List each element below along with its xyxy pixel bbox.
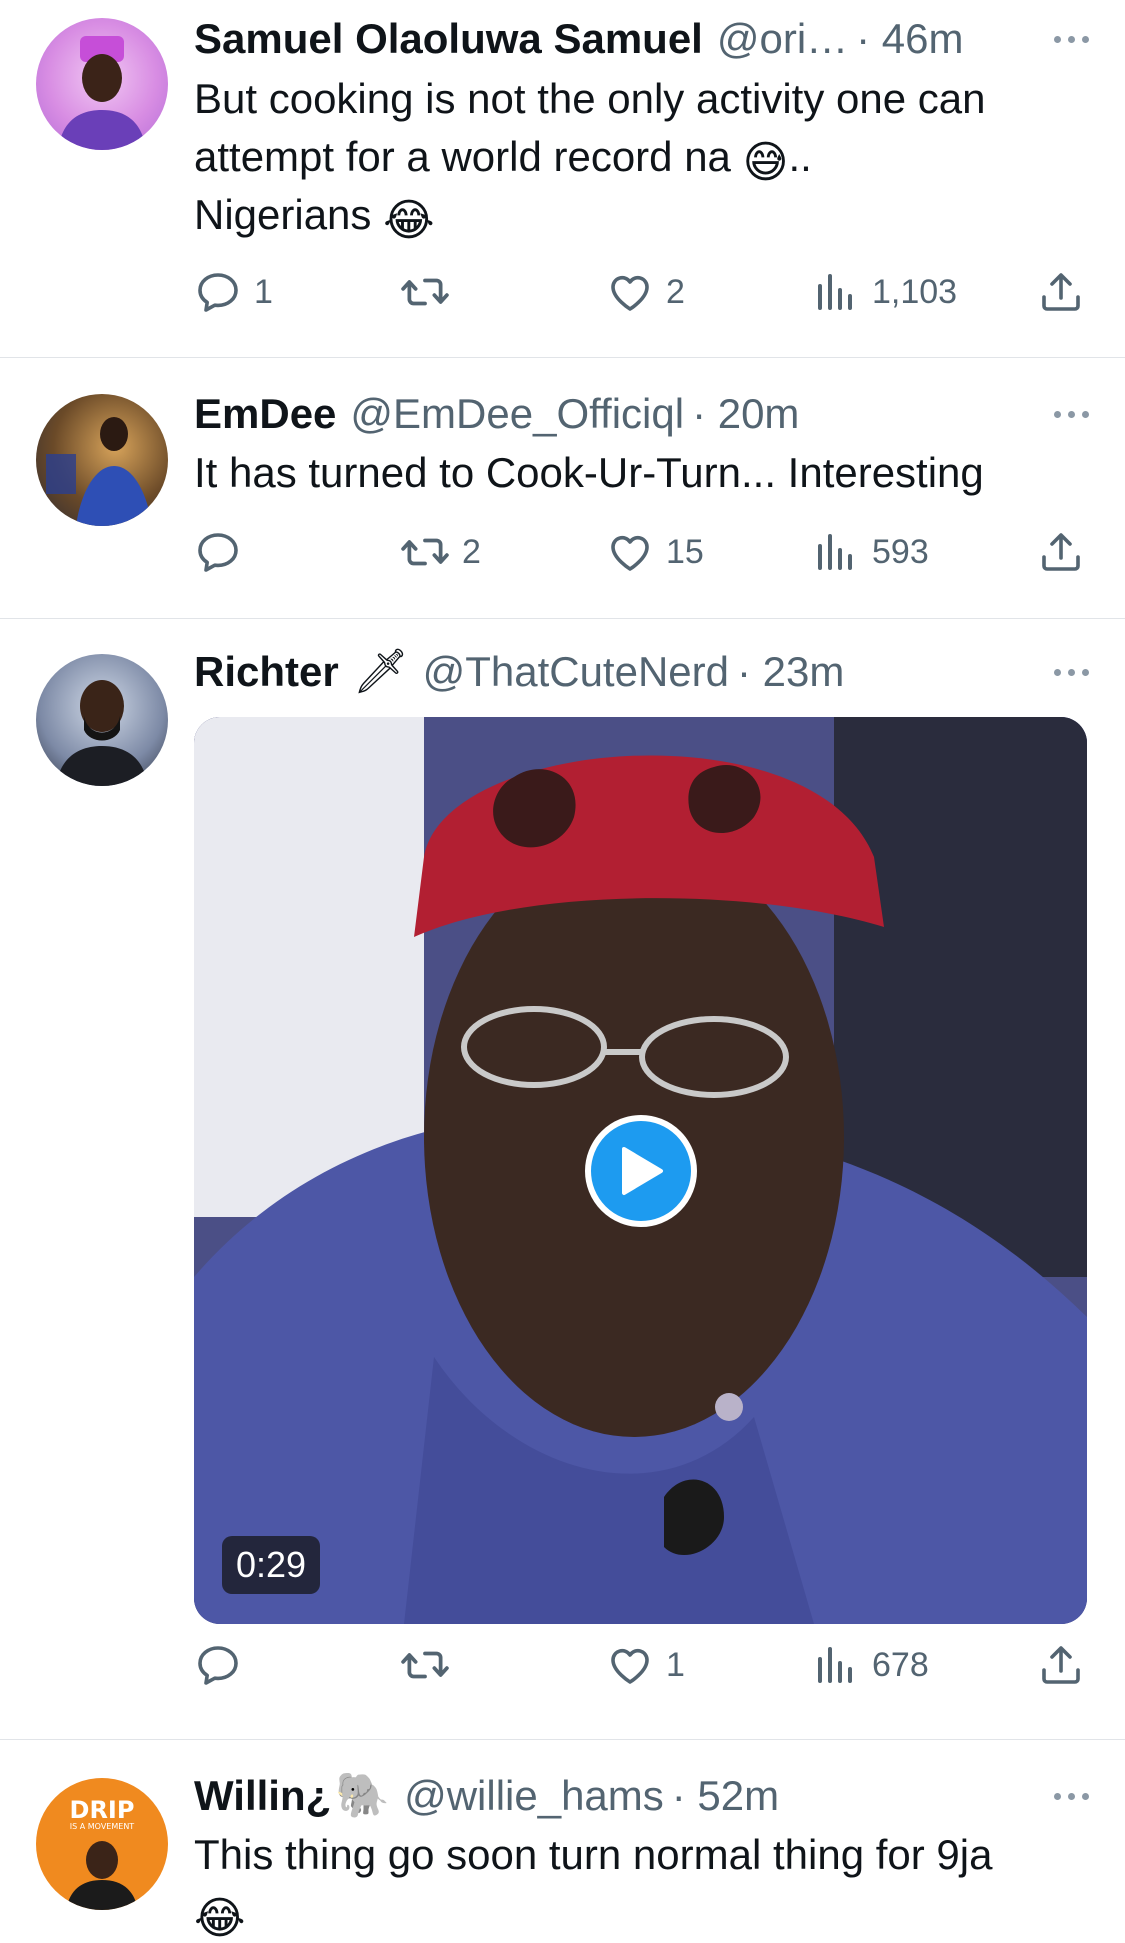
reply-button[interactable] bbox=[194, 522, 242, 582]
timestamp[interactable]: · 20m bbox=[692, 390, 799, 438]
share-icon bbox=[1037, 268, 1085, 316]
tweet-2[interactable]: EmDee @EmDee_Officiql · 20m It has turne… bbox=[0, 358, 1125, 618]
tweet-header: Willin¿ 🐘 @willie_hams · 52m bbox=[194, 1770, 1085, 1822]
like-button[interactable]: 1 bbox=[606, 1635, 685, 1695]
person-avatar-icon bbox=[56, 680, 148, 786]
views-button[interactable]: 678 bbox=[812, 1635, 929, 1695]
display-name[interactable]: Richter bbox=[194, 648, 339, 696]
reply-icon bbox=[194, 528, 242, 576]
retweet-button[interactable] bbox=[400, 262, 450, 322]
video-player[interactable]: 0:29 bbox=[194, 717, 1087, 1624]
like-count: 2 bbox=[666, 272, 685, 311]
display-name[interactable]: Willin¿ bbox=[194, 1772, 331, 1820]
views-count: 593 bbox=[872, 532, 929, 571]
like-button[interactable]: 15 bbox=[606, 522, 704, 582]
reply-button[interactable]: 1 bbox=[194, 262, 273, 322]
views-button[interactable]: 593 bbox=[812, 522, 929, 582]
more-icon[interactable] bbox=[1054, 1770, 1089, 1822]
views-count: 678 bbox=[872, 1645, 929, 1684]
play-button[interactable] bbox=[584, 1114, 697, 1227]
retweet-icon bbox=[400, 267, 450, 317]
retweet-icon bbox=[400, 527, 450, 577]
handle[interactable]: @ThatCuteNerd bbox=[423, 648, 729, 696]
views-button[interactable]: 1,103 bbox=[812, 262, 957, 322]
timestamp[interactable]: · 52m bbox=[672, 1772, 779, 1820]
retweet-icon bbox=[400, 1640, 450, 1690]
reply-icon bbox=[194, 1641, 242, 1689]
like-icon bbox=[606, 268, 654, 316]
laughing-emoji: 😂 bbox=[383, 196, 435, 245]
tweet-3[interactable]: Richter 🗡 @ThatCuteNerd · 23m 0:29 1 678 bbox=[0, 619, 1125, 1739]
avatar[interactable] bbox=[36, 394, 168, 526]
more-icon[interactable] bbox=[1054, 13, 1089, 65]
dagger-emoji: 🗡 bbox=[352, 647, 409, 696]
tweet-header: Samuel Olaoluwa Samuel @ori… · 46m bbox=[194, 13, 1085, 65]
ellipsis: .. bbox=[788, 133, 812, 180]
like-icon bbox=[606, 528, 654, 576]
person-avatar-icon bbox=[58, 36, 146, 150]
share-button[interactable] bbox=[1037, 262, 1085, 322]
share-button[interactable] bbox=[1037, 522, 1085, 582]
play-icon bbox=[621, 1146, 663, 1195]
tweet-text: This thing go soon turn normal thing for… bbox=[194, 1826, 1089, 1942]
reply-button[interactable] bbox=[194, 1635, 242, 1695]
reply-count: 1 bbox=[254, 272, 273, 311]
like-count: 1 bbox=[666, 1645, 685, 1684]
reply-icon bbox=[194, 268, 242, 316]
views-count: 1,103 bbox=[872, 272, 958, 311]
tweet-actions: 2 15 593 bbox=[194, 522, 1089, 582]
tweet-4[interactable]: DRIP IS A MOVEMENT Willin¿ 🐘 @willie_ham… bbox=[0, 1740, 1125, 1941]
person-avatar-icon bbox=[46, 417, 152, 526]
handle[interactable]: @willie_hams bbox=[404, 1772, 664, 1820]
laughing-emoji: 😂 bbox=[194, 1894, 246, 1943]
tweet-header: Richter 🗡 @ThatCuteNerd · 23m bbox=[194, 646, 1085, 698]
more-icon[interactable] bbox=[1054, 388, 1089, 440]
tweet-text-line-2: Nigerians bbox=[194, 191, 372, 238]
avatar[interactable] bbox=[36, 654, 168, 786]
timestamp[interactable]: · 23m bbox=[737, 648, 844, 696]
views-icon bbox=[812, 1641, 860, 1689]
tweet-1[interactable]: Samuel Olaoluwa Samuel @ori… · 46m But c… bbox=[0, 0, 1125, 357]
person-avatar-icon bbox=[66, 1841, 138, 1910]
handle[interactable]: @ori… bbox=[717, 15, 848, 63]
views-icon bbox=[812, 528, 860, 576]
share-button[interactable] bbox=[1037, 1635, 1085, 1695]
like-count: 15 bbox=[666, 532, 704, 571]
like-icon bbox=[606, 1641, 654, 1689]
share-icon bbox=[1037, 1641, 1085, 1689]
elephant-emoji: 🐘 bbox=[335, 1771, 391, 1820]
more-icon[interactable] bbox=[1054, 646, 1089, 698]
avatar[interactable]: DRIP IS A MOVEMENT bbox=[36, 1778, 168, 1910]
tweet-text-line: But cooking is not the only activity one… bbox=[194, 75, 986, 180]
handle[interactable]: @EmDee_Officiql bbox=[350, 390, 684, 438]
video-duration: 0:29 bbox=[222, 1536, 321, 1594]
display-name[interactable]: Samuel Olaoluwa Samuel bbox=[194, 15, 703, 63]
retweet-count: 2 bbox=[462, 532, 481, 571]
share-icon bbox=[1037, 528, 1085, 576]
avatar[interactable] bbox=[36, 18, 168, 150]
display-name[interactable]: EmDee bbox=[194, 390, 336, 438]
tweet-text: It has turned to Cook-Ur-Turn... Interes… bbox=[194, 449, 984, 496]
tweet-actions: 1 2 1,103 bbox=[194, 262, 1089, 322]
retweet-button[interactable] bbox=[400, 1635, 450, 1695]
tweet-header: EmDee @EmDee_Officiql · 20m bbox=[194, 388, 1085, 440]
retweet-button[interactable]: 2 bbox=[400, 522, 481, 582]
tweet-text-line: This thing go soon turn normal thing for… bbox=[194, 1831, 993, 1878]
timestamp[interactable]: · 46m bbox=[856, 15, 963, 63]
tweet-text: But cooking is not the only activity one… bbox=[194, 70, 1089, 244]
tweet-actions: 1 678 bbox=[194, 1635, 1089, 1695]
like-button[interactable]: 2 bbox=[606, 262, 685, 322]
views-icon bbox=[812, 268, 860, 316]
sweat-smile-emoji: 😅 bbox=[742, 138, 789, 187]
